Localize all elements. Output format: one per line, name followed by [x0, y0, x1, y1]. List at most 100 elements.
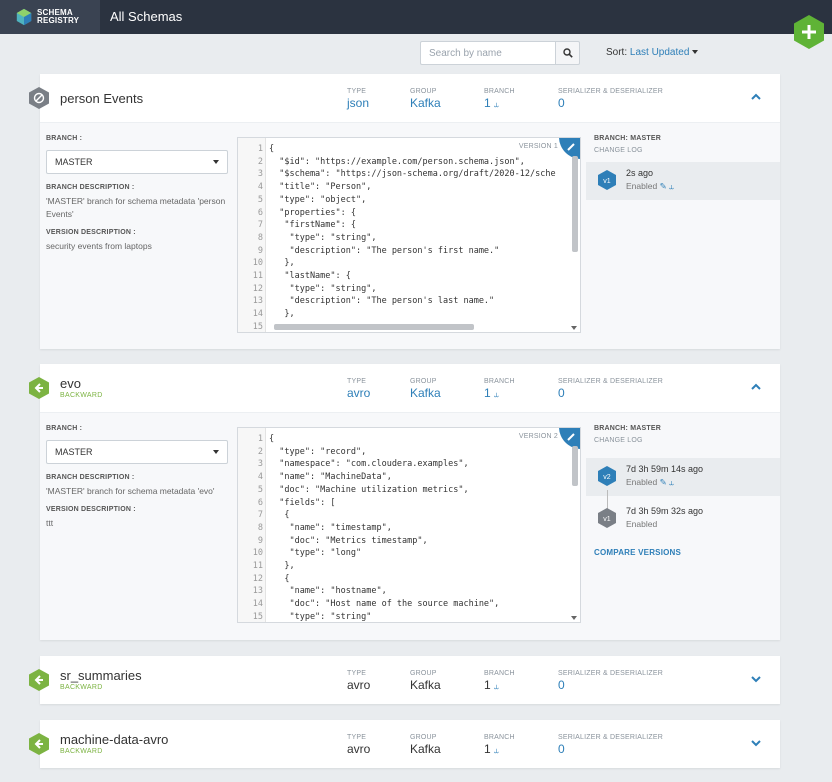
line-number: 9 — [257, 535, 263, 546]
schema-card-person-events: person Events TYPE json GROUP Kafka BRAN… — [29, 74, 780, 349]
schema-card-header[interactable]: person Events TYPE json GROUP Kafka BRAN… — [29, 74, 780, 122]
line-number: 10 — [252, 548, 263, 559]
schema-code-editor[interactable]: VERSION 1 1 {2 "$id": "https://example.co… — [237, 137, 581, 333]
schema-group: GROUP Kafka — [410, 734, 441, 756]
edit-icon: ✎ — [659, 181, 667, 191]
line-number: 3 — [257, 169, 263, 180]
line-number: 8 — [257, 232, 263, 243]
schema-card-sr-summaries: sr_summaries BACKWARD TYPE avro GROUP Ka… — [29, 656, 780, 704]
line-number: 10 — [252, 258, 263, 269]
collapse-chevron-up-icon[interactable] — [749, 92, 763, 102]
schema-name[interactable]: machine-data-avro — [60, 732, 168, 747]
schema-serializer: SERIALIZER & DESERIALIZER 0 — [558, 734, 663, 756]
code-text: "type": "string", — [269, 283, 377, 294]
schema-card-header[interactable]: machine-data-avro BACKWARD TYPE avro GRO… — [29, 720, 780, 768]
branch-icon: ⥿ — [493, 681, 499, 691]
vertical-scrollbar[interactable] — [572, 446, 578, 486]
schema-group: GROUP Kafka — [410, 670, 441, 692]
version-tag: VERSION 1 — [518, 143, 558, 150]
schema-branch: BRANCH 1 ⥿ — [484, 734, 515, 756]
edit-icon: ✎ — [659, 477, 667, 487]
compare-versions-link[interactable]: COMPARE VERSIONS — [594, 548, 780, 557]
schema-group: GROUP Kafka — [410, 378, 441, 400]
line-number: 7 — [257, 510, 263, 521]
expand-chevron-down-icon[interactable] — [749, 738, 763, 748]
collapse-chevron-up-icon[interactable] — [749, 382, 763, 392]
version-description: security events from laptops — [46, 241, 152, 251]
line-number: 11 — [252, 271, 263, 281]
branch-details: BRANCH : MASTER BRANCH DESCRIPTION : 'MA… — [46, 425, 231, 538]
version-item[interactable]: v1 7d 3h 59m 32s ago Enabled — [594, 500, 780, 538]
code-text: "namespace": "com.cloudera.examples", — [269, 459, 469, 470]
vertical-scrollbar[interactable] — [572, 156, 578, 252]
schema-card-header[interactable]: evo BACKWARD TYPE avro GROUP Kafka BRANC… — [29, 364, 780, 412]
schema-name[interactable]: person Events — [60, 91, 143, 106]
edit-schema-button[interactable] — [559, 138, 580, 159]
line-number: 11 — [252, 561, 263, 571]
line-number: 6 — [257, 497, 263, 508]
code-text: "name": "MachineData", — [269, 472, 392, 483]
sort-control[interactable]: Sort: Last Updated — [606, 47, 699, 58]
branch-icon: ⥿ — [669, 477, 674, 487]
code-text: "firstName": { — [269, 220, 356, 231]
line-number: 5 — [257, 484, 263, 495]
line-number: 7 — [257, 220, 263, 231]
add-schema-button[interactable] — [792, 14, 826, 50]
line-number: 5 — [257, 194, 263, 205]
line-number: 12 — [252, 283, 263, 294]
schema-name[interactable]: sr_summaries — [60, 668, 142, 683]
compatibility-label: BACKWARD — [60, 684, 103, 691]
version-hex-icon: v2 — [598, 466, 616, 486]
edit-schema-button[interactable] — [559, 428, 580, 449]
branch-title: BRANCH: MASTER — [594, 425, 661, 432]
changelog-panel: BRANCH: MASTER CHANGE LOG v1 2s ago Enab… — [586, 135, 780, 200]
sort-value[interactable]: Last Updated — [630, 47, 690, 58]
line-number: 15 — [252, 611, 263, 622]
code-text: "type": "object", — [269, 194, 367, 205]
scroll-down-icon[interactable] — [571, 616, 577, 620]
chevron-down-icon — [692, 50, 699, 55]
schema-code-editor[interactable]: VERSION 2 1 {2 "type": "record", 3 "namesp… — [237, 427, 581, 623]
brand-logo-area[interactable]: SCHEMA REGISTRY — [0, 0, 100, 34]
svg-text:v1: v1 — [603, 516, 611, 523]
line-number: 14 — [252, 599, 263, 610]
schema-serializer: SERIALIZER & DESERIALIZER 0 — [558, 88, 663, 110]
change-log-label: CHANGE LOG — [594, 147, 643, 154]
scroll-down-icon[interactable] — [571, 326, 577, 330]
arrow-left-icon — [29, 669, 49, 691]
svg-text:v1: v1 — [603, 178, 611, 185]
line-number: 13 — [252, 586, 263, 597]
blocked-icon — [29, 87, 49, 109]
schema-card-header[interactable]: sr_summaries BACKWARD TYPE avro GROUP Ka… — [29, 656, 780, 704]
line-number: 13 — [252, 296, 263, 307]
code-text: "properties": { — [269, 207, 356, 218]
line-number: 15 — [252, 321, 263, 332]
schema-branch: BRANCH 1 ⥿ — [484, 670, 515, 692]
branch-select[interactable]: MASTER — [46, 440, 228, 464]
code-text: { — [269, 434, 275, 444]
version-item[interactable]: v1 2s ago Enabled ✎ ⥿ — [586, 162, 780, 200]
version-description-label: VERSION DESCRIPTION : — [46, 229, 136, 236]
chevron-down-icon — [213, 450, 219, 454]
code-text: "title": "Person", — [269, 182, 372, 193]
branch-label: BRANCH : — [46, 135, 83, 142]
line-number: 14 — [252, 309, 263, 320]
version-time: 7d 3h 59m 32s ago — [626, 506, 704, 516]
schema-card-machine-data-avro: machine-data-avro BACKWARD TYPE avro GRO… — [29, 720, 780, 768]
schema-name[interactable]: evo — [60, 376, 81, 391]
code-text: "lastName": { — [269, 271, 351, 281]
version-time: 2s ago — [626, 168, 654, 178]
code-text: { — [269, 144, 275, 154]
version-time: 7d 3h 59m 14s ago — [626, 464, 704, 474]
expand-chevron-down-icon[interactable] — [749, 674, 763, 684]
branch-icon: ⥿ — [493, 389, 499, 399]
schema-branch: BRANCH 1 ⥿ — [484, 378, 515, 400]
search-button[interactable] — [555, 41, 580, 65]
search-input[interactable] — [420, 41, 556, 65]
version-item[interactable]: v2 7d 3h 59m 14s ago Enabled ✎ ⥿ — [586, 458, 780, 516]
branch-select[interactable]: MASTER — [46, 150, 228, 174]
horizontal-scrollbar[interactable] — [274, 324, 474, 330]
change-log-label: CHANGE LOG — [594, 437, 643, 444]
code-text: }, — [269, 258, 295, 269]
version-description-label: VERSION DESCRIPTION : — [46, 506, 136, 513]
